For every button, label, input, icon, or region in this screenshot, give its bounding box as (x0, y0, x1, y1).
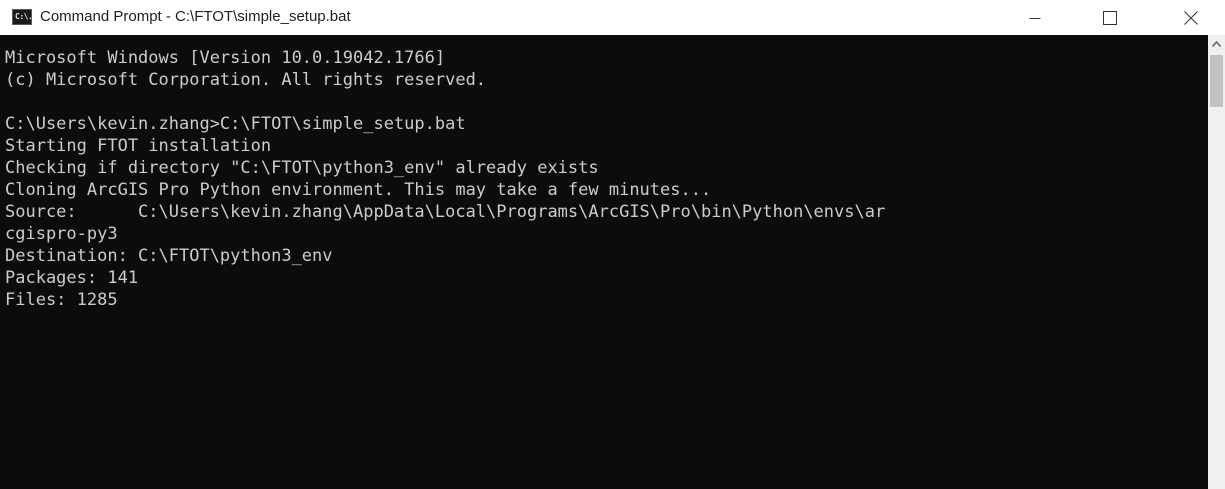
console-line: Packages: 141 (5, 268, 139, 288)
console-line: Checking if directory "C:\FTOT\python3_e… (5, 158, 599, 178)
vertical-scrollbar[interactable] (1208, 35, 1225, 489)
scrollbar-thumb[interactable] (1210, 55, 1223, 107)
maximize-button[interactable] (1087, 0, 1133, 35)
scroll-up-button[interactable] (1208, 35, 1225, 52)
command-prompt-window: C:\. Command Prompt - C:\FTOT\simple_set… (0, 0, 1225, 489)
console-line: cgispro-py3 (5, 224, 118, 244)
console-line: Microsoft Windows [Version 10.0.19042.17… (5, 48, 446, 68)
console-line: Starting FTOT installation (5, 136, 272, 156)
console-line: Files: 1285 (5, 290, 118, 310)
close-icon (1184, 10, 1198, 25)
console-text: Microsoft Windows [Version 10.0.19042.17… (0, 35, 1208, 311)
console-line: Destination: C:\FTOT\python3_env (5, 246, 333, 266)
cmd-icon-text: C:\. (15, 12, 33, 21)
title-bar[interactable]: C:\. Command Prompt - C:\FTOT\simple_set… (0, 0, 1225, 35)
console-line: C:\Users\kevin.zhang>C:\FTOT\simple_setu… (5, 114, 466, 134)
minimize-button[interactable] (1012, 0, 1058, 35)
cmd-icon[interactable]: C:\. (12, 9, 33, 25)
console-line: Cloning ArcGIS Pro Python environment. T… (5, 180, 712, 200)
close-button[interactable] (1168, 0, 1214, 35)
minimize-icon (1029, 17, 1041, 19)
console-output[interactable]: Microsoft Windows [Version 10.0.19042.17… (0, 35, 1208, 489)
console-line: Source: C:\Users\kevin.zhang\AppData\Loc… (5, 202, 886, 222)
console-line: (c) Microsoft Corporation. All rights re… (5, 70, 487, 90)
maximize-icon (1103, 10, 1117, 25)
window-title: Command Prompt - C:\FTOT\simple_setup.ba… (40, 8, 351, 25)
chevron-up-icon (1212, 40, 1221, 47)
